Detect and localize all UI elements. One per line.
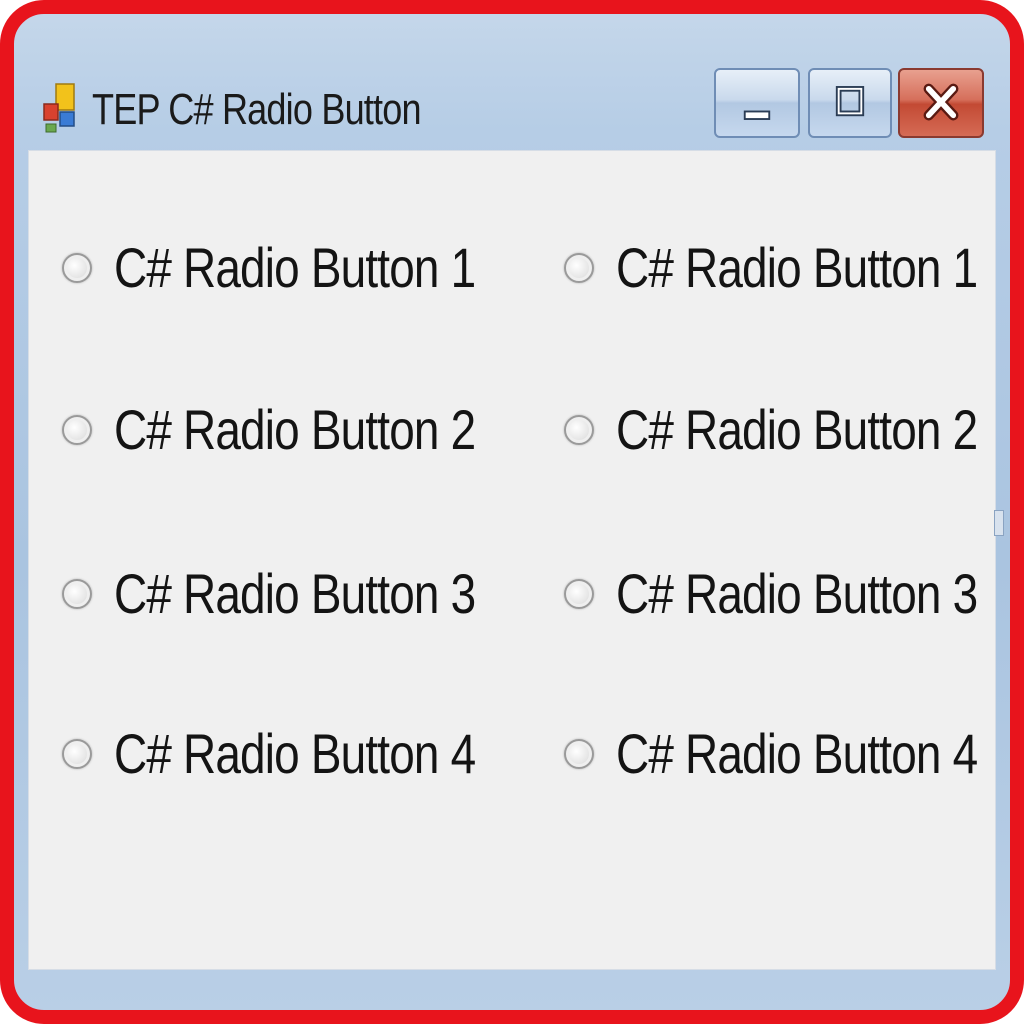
radio-circle[interactable] (62, 739, 92, 769)
radio-label: C# Radio Button 3 (616, 562, 978, 625)
app-form-icon (43, 83, 75, 133)
radio-label: C# Radio Button 4 (114, 722, 476, 785)
radio-circle[interactable] (62, 579, 92, 609)
radio-circle[interactable] (564, 415, 594, 445)
radio-right-2[interactable]: C# Radio Button 2 (564, 390, 1014, 470)
radio-circle[interactable] (62, 253, 92, 283)
radio-label: C# Radio Button 2 (616, 398, 978, 461)
resize-handle[interactable] (994, 510, 1004, 536)
radio-circle[interactable] (564, 739, 594, 769)
radio-left-3[interactable]: C# Radio Button 3 (62, 554, 555, 634)
radio-left-4[interactable]: C# Radio Button 4 (62, 714, 555, 794)
minimize-icon (743, 110, 771, 120)
radio-label: C# Radio Button 3 (114, 562, 476, 625)
radio-circle[interactable] (62, 415, 92, 445)
radio-left-2[interactable]: C# Radio Button 2 (62, 390, 555, 470)
title-bar[interactable]: TEP C# Radio Button (10, 10, 1014, 160)
radio-label: C# Radio Button 1 (616, 236, 978, 299)
radio-label: C# Radio Button 2 (114, 398, 476, 461)
app-window: TEP C# Radio Button C# Radio Button 1 C#… (10, 10, 1014, 1012)
window-title: TEP C# Radio Button (92, 85, 422, 134)
close-button[interactable] (898, 68, 984, 138)
radio-circle[interactable] (564, 253, 594, 283)
radio-right-1[interactable]: C# Radio Button 1 (564, 228, 1014, 308)
radio-right-4[interactable]: C# Radio Button 4 (564, 714, 1014, 794)
radio-circle[interactable] (564, 579, 594, 609)
radio-right-3[interactable]: C# Radio Button 3 (564, 554, 1014, 634)
radio-label: C# Radio Button 4 (616, 722, 978, 785)
close-icon (923, 83, 959, 121)
maximize-icon (835, 86, 865, 117)
radio-label: C# Radio Button 1 (114, 236, 476, 299)
form-client-area: C# Radio Button 1 C# Radio Button 2 C# R… (28, 150, 996, 970)
maximize-button[interactable] (808, 68, 892, 138)
minimize-button[interactable] (714, 68, 800, 138)
radio-left-1[interactable]: C# Radio Button 1 (62, 228, 555, 308)
